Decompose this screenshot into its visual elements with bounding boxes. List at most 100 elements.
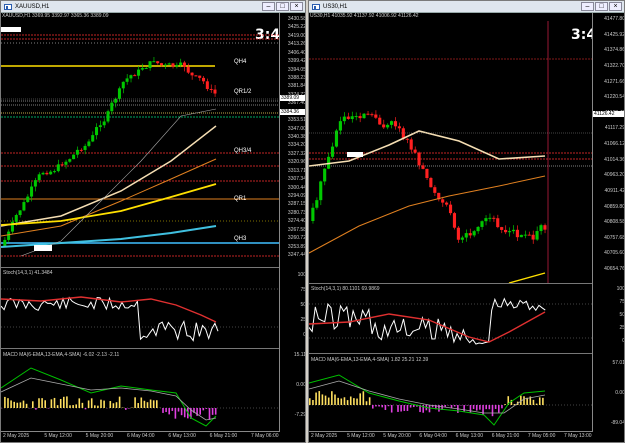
macd-histogram-bar xyxy=(149,399,152,408)
maximize-button[interactable]: □ xyxy=(595,2,608,11)
macd-histogram-bar xyxy=(16,402,19,408)
macd-histogram-bar xyxy=(87,400,90,408)
time-tick: 6 May 21:00 xyxy=(209,433,238,439)
candle-body xyxy=(476,226,480,232)
candle-body xyxy=(209,88,213,90)
candle-body xyxy=(133,75,137,77)
left-macd-pane[interactable] xyxy=(1,358,279,432)
candle-body xyxy=(175,64,179,67)
right-macd-pane[interactable] xyxy=(309,363,592,432)
indicator-tick: 100 xyxy=(616,286,625,292)
left-title-bar[interactable]: XAUUSD,H1 – □ × xyxy=(1,1,305,13)
right-price-chart[interactable] xyxy=(309,21,592,283)
time-tick: 6 May 13:00 xyxy=(168,433,196,439)
left-price-chart[interactable] xyxy=(1,21,279,267)
price-tick: 3294.09 xyxy=(287,193,306,199)
candle-body xyxy=(338,121,342,131)
minimize-button[interactable]: – xyxy=(581,2,594,11)
left-price-axis[interactable]: 3430.58 3425.22 3419.00 3413.26 3406.40 3399.… xyxy=(279,13,306,432)
xauusd-chart-window[interactable]: XAUUSD,H1 – □ × XAUUSD,H1 3369.95 3392.9… xyxy=(0,0,306,443)
macd-histogram-bar xyxy=(84,408,87,410)
candle-body xyxy=(163,64,167,66)
candle-body xyxy=(468,233,472,236)
candle-body xyxy=(205,81,209,89)
price-tick: 40757.68 xyxy=(604,234,625,241)
time-tick: 5 May 20:00 xyxy=(383,433,411,439)
macd-histogram-bar xyxy=(312,400,314,405)
us30-chart-window[interactable]: US30,H1 – □ × US30,H1 41035.92 41137.92 … xyxy=(308,0,625,443)
macd-histogram-bar xyxy=(397,405,399,412)
macd-histogram-bar xyxy=(535,403,538,405)
time-tick: 7 May 06:00 xyxy=(251,433,279,439)
indicator-tick: -89.04 xyxy=(610,420,625,426)
candle-body xyxy=(389,121,394,125)
macd-histogram-bar xyxy=(340,398,343,405)
time-tick: 5 May 12:00 xyxy=(44,433,72,439)
close-button[interactable]: × xyxy=(290,2,303,11)
time-tick: 6 May 13:00 xyxy=(455,433,484,439)
right-window-title: US30,H1 xyxy=(323,4,348,10)
price-tick: 3353.51 xyxy=(287,117,306,124)
macd-histogram-bar xyxy=(372,405,374,409)
candle-body xyxy=(378,117,382,125)
candle-body xyxy=(350,116,354,119)
maximize-button[interactable]: □ xyxy=(276,2,289,11)
candle-body xyxy=(346,116,350,119)
macd-histogram-bar xyxy=(378,405,380,407)
macd-histogram-bar xyxy=(134,397,136,408)
price-tick: 3274.40 xyxy=(287,218,306,225)
price-tick: 3320.96 xyxy=(287,159,306,166)
minimize-button[interactable]: – xyxy=(262,2,275,11)
candle-body xyxy=(49,171,53,175)
indicator-tick: 50 xyxy=(300,302,306,308)
time-tick: 6 May 21:00 xyxy=(491,433,520,439)
left-time-axis[interactable]: 2 May 2025 5 May 12:00 5 May 20:00 6 May 04… xyxy=(1,431,279,442)
price-label-box xyxy=(1,27,21,32)
macd-histogram-bar xyxy=(327,397,330,405)
indicator-tick: 57.01 xyxy=(612,360,625,366)
left-window-title: XAUUSD,H1 xyxy=(15,4,50,10)
macd-histogram-bar xyxy=(53,397,56,408)
moving-average xyxy=(508,272,546,283)
macd-histogram-bar xyxy=(349,396,352,405)
macd-histogram-bar xyxy=(156,400,158,408)
macd-histogram-bar xyxy=(359,393,361,405)
macd-histogram-bar xyxy=(75,404,77,408)
candle-body xyxy=(64,161,68,165)
macd-histogram-bar xyxy=(199,408,201,415)
right-title-bar[interactable]: US30,H1 – □ × xyxy=(309,1,624,13)
price-badge: 3384.36 xyxy=(280,109,305,115)
right-price-axis[interactable]: 41477.80 41425.92 41374.86 41322.70 41271.66… xyxy=(592,13,625,432)
macd-histogram-bar xyxy=(94,405,96,408)
left-stochastic-pane[interactable] xyxy=(1,277,279,347)
candle-body xyxy=(531,234,535,240)
close-button[interactable]: × xyxy=(609,2,622,11)
candle-body xyxy=(472,231,476,236)
right-time-axis[interactable]: 2 May 2025 5 May 12:00 5 May 20:00 6 May 04… xyxy=(309,431,592,442)
candle-body xyxy=(117,88,121,99)
macd-histogram-bar xyxy=(362,391,365,405)
right-stochastic-pane[interactable] xyxy=(309,292,592,352)
macd-histogram-bar xyxy=(390,405,393,413)
candle-body xyxy=(311,207,315,221)
price-tick: 3267.58 xyxy=(287,226,306,233)
indicator-tick: 0.00 xyxy=(615,390,625,396)
indicator-tick: 0 xyxy=(303,332,306,338)
candle-body xyxy=(393,121,398,127)
time-tick: 6 May 04:00 xyxy=(127,433,155,439)
candle-body xyxy=(492,217,496,219)
candle-body xyxy=(186,66,190,73)
moving-average xyxy=(1,125,217,227)
candle-body xyxy=(374,114,378,118)
macd-signal-line xyxy=(1,377,217,421)
macd-histogram-bar xyxy=(168,408,170,415)
price-tick: 3430.58 xyxy=(287,16,306,22)
candle-body xyxy=(460,237,464,240)
macd-histogram-bar xyxy=(331,391,333,405)
price-tick: 3340.38 xyxy=(287,134,306,140)
moving-average xyxy=(309,175,546,254)
price-tick: 41477.80 xyxy=(604,16,625,22)
candle-body xyxy=(539,225,543,232)
candle-body xyxy=(511,229,516,232)
price-tick: 40808.58 xyxy=(604,219,625,226)
